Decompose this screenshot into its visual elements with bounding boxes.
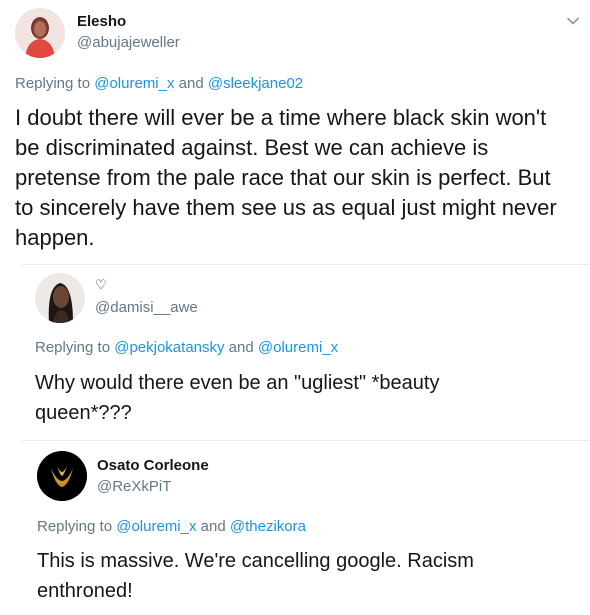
display-name[interactable]: ♡: [95, 277, 107, 293]
display-name[interactable]: Osato Corleone: [97, 457, 209, 474]
replying-to-label: Replying to: [37, 518, 117, 535]
replying-to-label: Replying to: [15, 75, 95, 92]
reply-joiner: and: [174, 75, 208, 92]
mention-link[interactable]: @pekjokatansky: [114, 339, 224, 356]
chevron-down-icon[interactable]: [566, 14, 580, 28]
reply-joiner: and: [224, 339, 258, 356]
tweet-text-line: queen*???: [35, 402, 132, 424]
tweet-3[interactable]: Osato Corleone @ReXkPiT Replying to @olu…: [0, 441, 590, 615]
tweet-text-line: Why would there even be an "ugliest" *be…: [35, 372, 440, 394]
mention-link[interactable]: @oluremi_x: [94, 75, 174, 92]
mention-link[interactable]: @thezikora: [230, 518, 306, 535]
avatar[interactable]: [37, 451, 87, 501]
tweet-text-line: enthroned!: [37, 580, 133, 602]
tweet-text-line: This is massive. We're cancelling google…: [37, 550, 474, 572]
tweet-text-line: be discriminated against. Best we can ac…: [15, 135, 489, 160]
mention-link[interactable]: @sleekjane02: [208, 75, 303, 92]
user-handle[interactable]: @damisi__awe: [95, 299, 198, 316]
avatar-image: [15, 8, 65, 58]
tweet-text-line: pretense from the pale race that our ski…: [15, 165, 551, 190]
mention-link[interactable]: @oluremi_x: [116, 518, 196, 535]
replying-to-label: Replying to: [35, 339, 115, 356]
reply-joiner: and: [196, 518, 230, 535]
user-handle[interactable]: @abujajeweller: [77, 34, 180, 51]
tweet-1[interactable]: Elesho @abujajeweller Replying to @olure…: [0, 0, 590, 262]
tweet-2[interactable]: ♡ @damisi__awe Replying to @pekjokatansk…: [0, 265, 590, 435]
mention-link[interactable]: @oluremi_x: [258, 339, 338, 356]
replying-to: Replying to @oluremi_x and @sleekjane02: [15, 75, 303, 92]
tweet-text-line: I doubt there will ever be a time where …: [15, 105, 547, 130]
replying-to: Replying to @oluremi_x and @thezikora: [37, 518, 306, 535]
tweet-text-line: happen.: [15, 225, 95, 250]
user-handle[interactable]: @ReXkPiT: [97, 478, 171, 495]
display-name[interactable]: Elesho: [77, 13, 126, 30]
avatar-image: [35, 273, 85, 323]
tweet-text: This is massive. We're cancelling google…: [37, 546, 577, 606]
avatar[interactable]: [35, 273, 85, 323]
replying-to: Replying to @pekjokatansky and @oluremi_…: [35, 339, 338, 356]
tweet-text: Why would there even be an "ugliest" *be…: [35, 368, 575, 428]
avatar-image: [37, 451, 87, 501]
tweet-text-line: to sincerely have them see us as equal j…: [15, 195, 557, 220]
avatar[interactable]: [15, 8, 65, 58]
tweet-text: I doubt there will ever be a time where …: [15, 103, 585, 253]
